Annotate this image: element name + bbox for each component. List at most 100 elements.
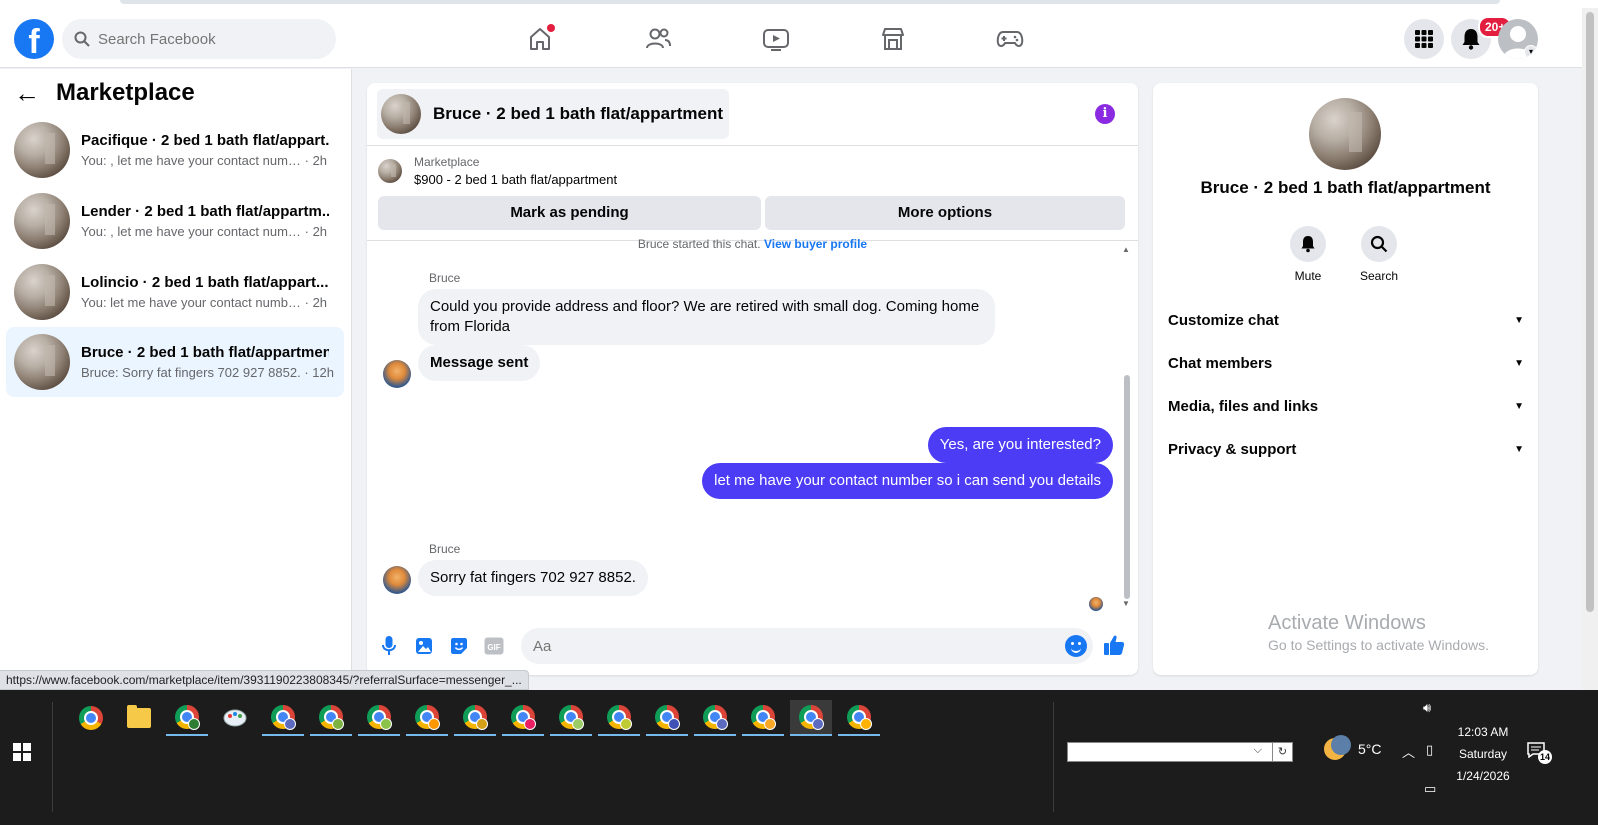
listing-summary[interactable]: Marketplace $900 - 2 bed 1 bath flat/app… xyxy=(378,155,617,187)
clock-time: 12:03 AM xyxy=(1457,725,1509,739)
activate-title: Activate Windows xyxy=(1268,612,1426,634)
display-icon[interactable]: ▭ xyxy=(1424,781,1436,797)
chrome-profile-icon[interactable] xyxy=(358,700,400,736)
conversation-name: Bruce · 2 bed 1 bath flat/appartment xyxy=(1200,178,1491,197)
listing-thumbnail xyxy=(14,334,70,390)
scroll-down-arrow-icon[interactable]: ▼ xyxy=(1122,599,1130,608)
view-buyer-profile-link[interactable]: View buyer profile xyxy=(764,237,867,251)
link-status-url: https://www.facebook.com/marketplace/ite… xyxy=(0,670,529,690)
taskbar-address-input[interactable]: ⌵ ↻ xyxy=(1067,742,1293,762)
conversation-time: · 2h xyxy=(304,295,328,310)
search-chat-button[interactable]: Search xyxy=(1349,226,1409,283)
gaming-icon[interactable] xyxy=(993,22,1027,56)
chat-members-section[interactable]: Chat members ▼ xyxy=(1168,355,1524,372)
paint-app-icon[interactable] xyxy=(214,700,256,736)
chrome-profile-icon[interactable] xyxy=(502,700,544,736)
microphone-icon[interactable] xyxy=(378,635,400,657)
chat-scrollbar[interactable]: ▲ ▼ xyxy=(1122,243,1132,615)
sender-avatar xyxy=(383,566,411,594)
conversation-snippet: You: , let me have your contact numb... xyxy=(81,153,301,168)
photo-icon[interactable] xyxy=(413,635,435,657)
dropdown-chevron-icon[interactable]: ⌵ xyxy=(1254,744,1262,757)
show-hidden-icons-chevron-icon[interactable]: ︿ xyxy=(1402,742,1415,761)
file-explorer-icon[interactable] xyxy=(118,700,160,736)
chrome-profile-icon[interactable] xyxy=(742,700,784,736)
magnifier-icon xyxy=(1370,235,1388,253)
media-files-links-section[interactable]: Media, files and links ▼ xyxy=(1168,398,1524,415)
emoji-icon[interactable] xyxy=(1065,635,1087,657)
chrome-icon[interactable] xyxy=(70,700,112,736)
mute-label: Mute xyxy=(1294,269,1322,283)
chrome-profile-icon-active[interactable] xyxy=(790,700,832,736)
account-avatar[interactable]: ▾ xyxy=(1498,19,1538,59)
outgoing-message: let me have your contact number so i can… xyxy=(702,463,1113,499)
chrome-profile-icon[interactable] xyxy=(646,700,688,736)
message-composer[interactable] xyxy=(521,628,1093,664)
mark-as-pending-button[interactable]: Mark as pending xyxy=(378,196,761,230)
chevron-down-icon: ▼ xyxy=(1514,315,1524,326)
info-icon[interactable]: i xyxy=(1095,104,1115,124)
weather-moon-icon xyxy=(1324,735,1351,760)
chrome-profile-icon[interactable] xyxy=(838,700,880,736)
conversation-title: Pacifique · 2 bed 1 bath flat/appart... xyxy=(81,132,329,149)
windows-start-icon[interactable] xyxy=(13,743,31,761)
marketplace-icon[interactable] xyxy=(876,22,910,56)
activate-subtitle: Go to Settings to activate Windows. xyxy=(1268,637,1489,653)
conversation-time: · 2h xyxy=(304,224,328,239)
sticker-icon[interactable] xyxy=(448,635,470,657)
home-icon[interactable] xyxy=(523,22,557,56)
chrome-profile-icon[interactable] xyxy=(310,700,352,736)
watch-video-icon[interactable] xyxy=(759,22,793,56)
sidebar-title: Marketplace xyxy=(56,79,195,106)
scroll-up-arrow-icon[interactable]: ▲ xyxy=(1122,245,1130,254)
chevron-down-icon: ▼ xyxy=(1514,401,1524,412)
mute-button[interactable]: Mute xyxy=(1278,226,1338,283)
chrome-profile-m-icon[interactable] xyxy=(166,700,208,736)
search-icon xyxy=(74,31,90,47)
back-arrow-icon[interactable]: ← xyxy=(14,79,40,107)
section-label: Chat members xyxy=(1168,355,1273,372)
incoming-message-sent-notice: Message sent xyxy=(418,345,541,381)
customize-chat-section[interactable]: Customize chat ▼ xyxy=(1168,312,1524,329)
section-label: Customize chat xyxy=(1168,312,1279,329)
listing-thumbnail xyxy=(14,193,70,249)
clock-day: Saturday xyxy=(1458,747,1508,761)
chrome-profile-icon[interactable] xyxy=(550,700,592,736)
refresh-icon[interactable]: ↻ xyxy=(1272,743,1292,761)
chrome-profile-icon[interactable] xyxy=(406,700,448,736)
conversation-item[interactable]: Lolincio · 2 bed 1 bath flat/appart... Y… xyxy=(6,257,344,327)
more-options-button[interactable]: More options xyxy=(765,196,1125,230)
chat-started-text: Bruce started this chat. xyxy=(637,237,761,251)
privacy-support-section[interactable]: Privacy & support ▼ xyxy=(1168,441,1524,458)
listing-small-thumbnail xyxy=(378,159,402,183)
chrome-profile-icon[interactable] xyxy=(694,700,736,736)
chat-scroll-thumb[interactable] xyxy=(1124,375,1130,599)
conversation-title: Bruce · 2 bed 1 bath flat/appartment xyxy=(81,344,329,361)
page-scrollbar[interactable] xyxy=(1582,8,1598,690)
gif-icon[interactable]: GIF xyxy=(483,635,505,657)
conversation-item[interactable]: Lender · 2 bed 1 bath flat/appartm... Yo… xyxy=(6,186,344,256)
page-scroll-thumb[interactable] xyxy=(1586,12,1594,612)
thumbs-up-icon[interactable] xyxy=(1103,634,1125,656)
conversation-item-active[interactable]: Bruce · 2 bed 1 bath flat/appartment Bru… xyxy=(6,327,344,397)
search-box[interactable] xyxy=(62,19,336,59)
facebook-logo-icon[interactable]: f xyxy=(14,19,54,59)
chat-header[interactable]: Bruce · 2 bed 1 bath flat/appartment xyxy=(377,89,729,139)
volume-icon[interactable]: 🔊︎ xyxy=(1423,700,1431,716)
friends-icon[interactable] xyxy=(641,22,675,56)
svg-text:GIF: GIF xyxy=(487,643,500,652)
chrome-profile-icon[interactable] xyxy=(598,700,640,736)
incoming-message: Sorry fat fingers 702 927 8852. xyxy=(418,560,648,596)
search-input[interactable] xyxy=(98,30,318,48)
seen-indicator-avatar xyxy=(1089,597,1103,611)
conversation-title: Lolincio · 2 bed 1 bath flat/appart... xyxy=(81,274,329,291)
menu-grid-icon[interactable] xyxy=(1404,19,1444,59)
weather-widget[interactable]: 5°C xyxy=(1324,735,1382,760)
conversation-item[interactable]: Pacifique · 2 bed 1 bath flat/appart... … xyxy=(6,115,344,185)
conversation-snippet: You: let me have your contact number... xyxy=(81,295,301,310)
network-icon[interactable]: ▯ xyxy=(1426,742,1433,758)
message-input[interactable] xyxy=(533,637,1053,655)
chrome-profile-icon[interactable] xyxy=(454,700,496,736)
system-clock[interactable]: 12:03 AM Saturday 1/24/2026 xyxy=(1448,721,1518,787)
chrome-profile-icon[interactable] xyxy=(262,700,304,736)
